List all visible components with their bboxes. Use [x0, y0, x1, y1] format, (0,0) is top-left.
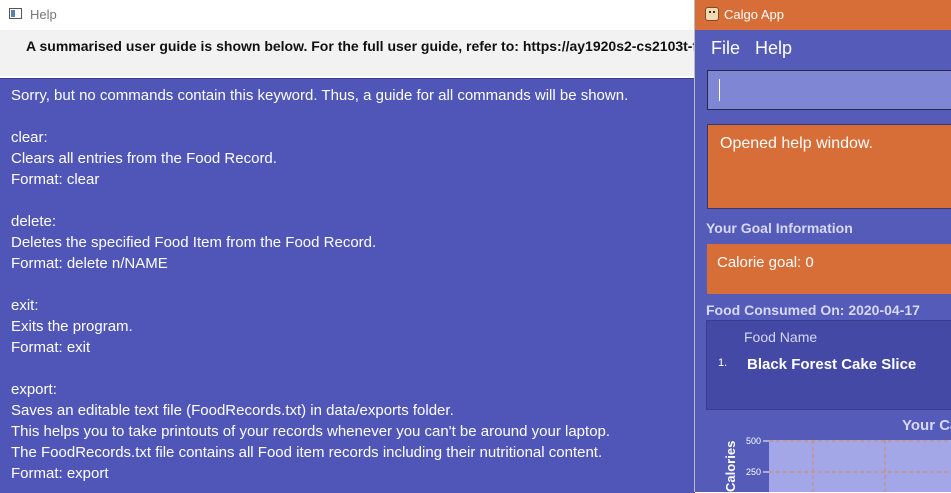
- help-line: Format: exit: [11, 339, 91, 356]
- menu-bar: File Help: [695, 30, 951, 65]
- calorie-goal-text: Calorie goal: 0: [717, 254, 814, 271]
- help-line: [11, 358, 628, 379]
- help-window-title: Help: [30, 7, 57, 22]
- help-line: Format: export: [11, 465, 109, 482]
- app-titlebar: Calgo App: [695, 0, 951, 30]
- calgo-app-window: Calgo App File Help Opened help window. …: [694, 0, 951, 492]
- help-banner: A summarised user guide is shown below. …: [0, 30, 700, 76]
- chart-plot-area: [769, 440, 951, 492]
- food-consumed-label: Food Consumed On: 2020-04-17: [706, 302, 920, 318]
- help-line: [11, 190, 628, 211]
- goal-section-label: Your Goal Information: [706, 220, 853, 236]
- help-window: Help A summarised user guide is shown be…: [0, 0, 700, 493]
- food-list[interactable]: Food Name 1. Black Forest Cake Slice: [706, 320, 951, 410]
- help-line: exit:: [11, 297, 39, 314]
- menu-file[interactable]: File: [711, 38, 740, 59]
- menu-help[interactable]: Help: [755, 38, 792, 59]
- chart-tick-label: 500: [746, 436, 761, 446]
- help-line: export:: [11, 381, 57, 398]
- help-text: Sorry, but no commands contain this keyw…: [11, 85, 628, 484]
- calgo-logo-icon: [705, 7, 719, 21]
- app-window-title: Calgo App: [724, 7, 784, 22]
- result-text: Opened help window.: [720, 135, 873, 152]
- help-line: Exits the program.: [11, 318, 133, 335]
- chart-ylabel: Calories: [723, 441, 738, 492]
- help-content-area[interactable]: Sorry, but no commands contain this keyw…: [0, 78, 695, 493]
- calorie-chart: 500 250 Calories: [723, 436, 951, 492]
- help-line: [11, 274, 628, 295]
- food-item-index: 1.: [718, 357, 728, 369]
- help-line: This helps you to take printouts of your…: [11, 423, 611, 440]
- result-display: Opened help window.: [707, 124, 951, 209]
- help-line: [11, 106, 628, 127]
- help-line: Saves an editable text file (FoodRecords…: [11, 402, 454, 419]
- help-line: Deletes the specified Food Item from the…: [11, 234, 377, 251]
- help-line: The FoodRecords.txt file contains all Fo…: [11, 444, 603, 461]
- command-input[interactable]: [708, 71, 951, 109]
- command-box[interactable]: [707, 70, 951, 110]
- help-line: delete:: [11, 213, 57, 230]
- chart-tick-label: 250: [746, 467, 761, 477]
- help-line: Sorry, but no commands contain this keyw…: [11, 87, 629, 104]
- goal-display: Calorie goal: 0: [707, 244, 951, 294]
- help-banner-text: A summarised user guide is shown below. …: [26, 38, 698, 54]
- food-item-name: Black Forest Cake Slice: [747, 356, 917, 373]
- food-list-header: Food Name: [744, 329, 818, 345]
- help-line: Format: delete n/NAME: [11, 255, 168, 272]
- window-icon: [9, 8, 22, 19]
- help-line: Format: clear: [11, 171, 100, 188]
- help-titlebar: Help: [0, 0, 700, 30]
- help-line: clear:: [11, 129, 48, 146]
- help-line: Clears all entries from the Food Record.: [11, 150, 277, 167]
